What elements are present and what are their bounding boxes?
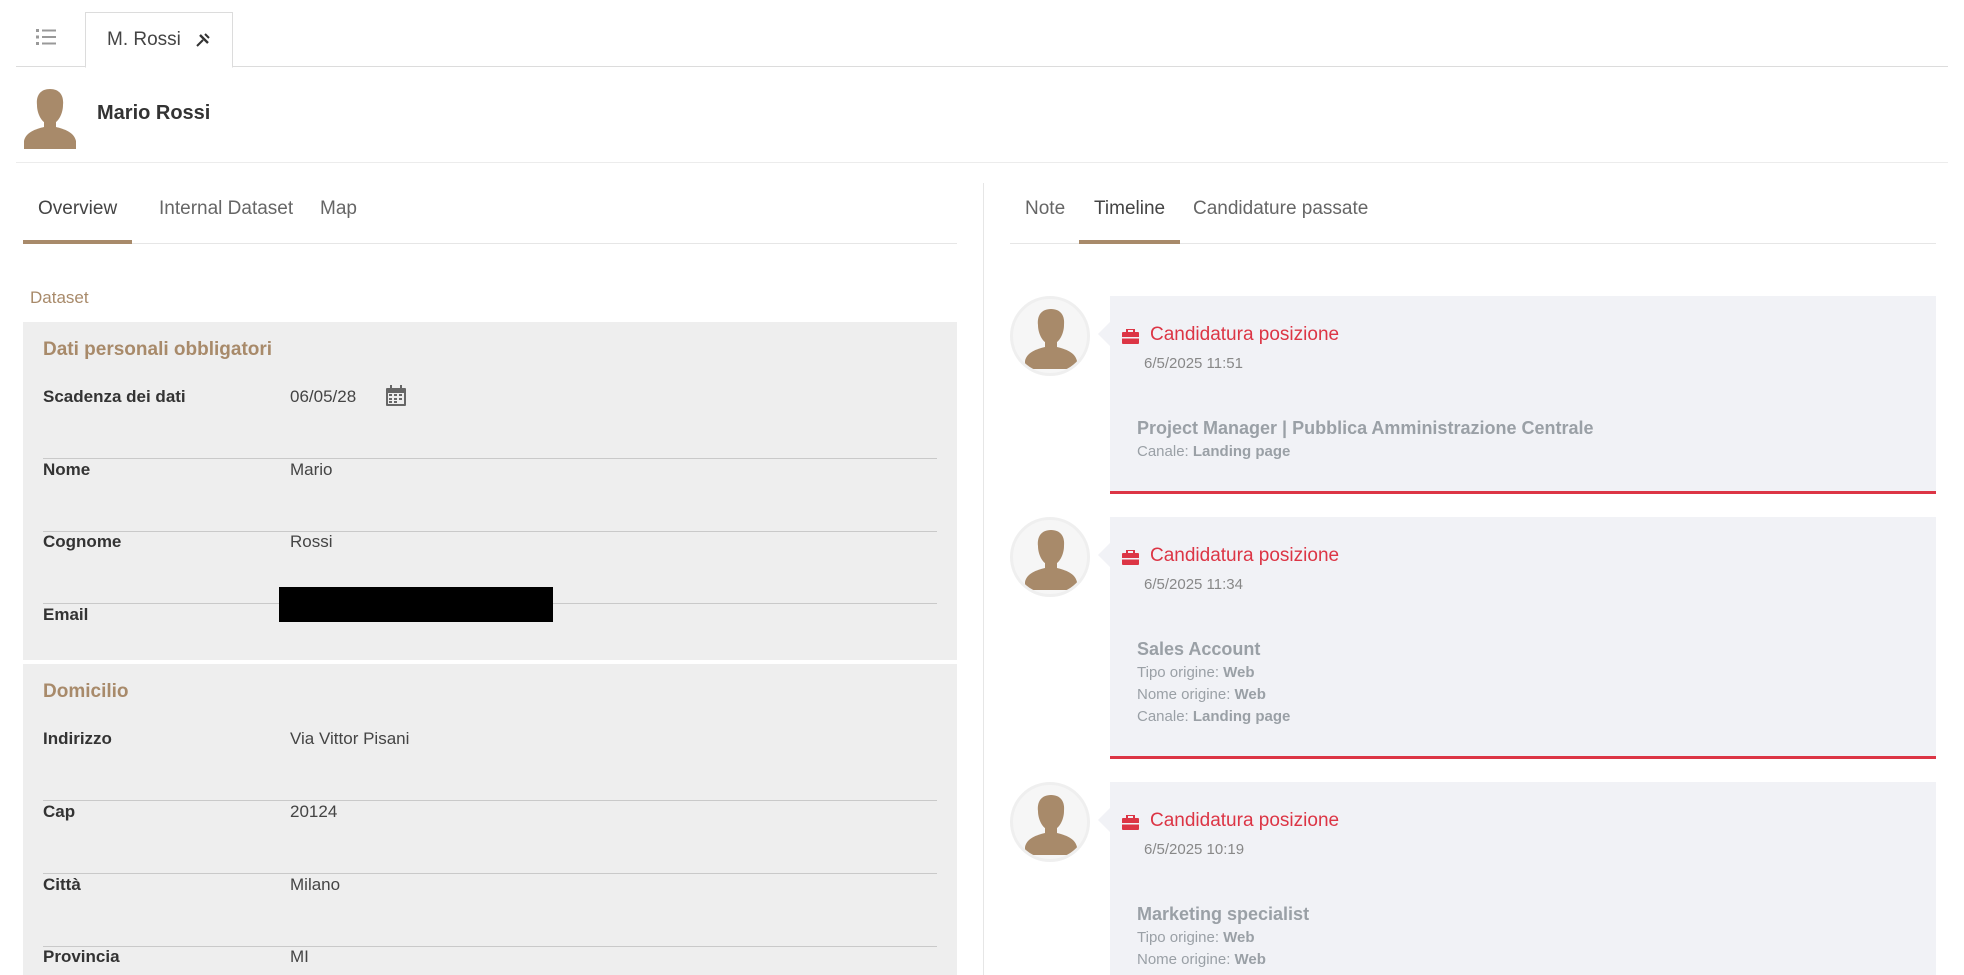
timeline-meta: Canale: Landing page	[1137, 708, 1291, 725]
timeline-job: Marketing specialist	[1137, 904, 1310, 924]
pin-icon[interactable]	[195, 32, 211, 48]
field-value: Via Vittor Pisani	[290, 729, 410, 748]
field-label: Città	[43, 875, 81, 894]
tab-m-rossi[interactable]: M. Rossi	[85, 12, 233, 68]
personal-data-card: Dati personali obbligatori Scadenza dei …	[23, 322, 957, 660]
person-name: Mario Rossi	[97, 102, 211, 124]
field-label: Provincia	[43, 947, 120, 966]
timeline-title: Candidatura posizione	[1150, 810, 1340, 831]
tab-map[interactable]: Map	[305, 198, 372, 244]
calendar-icon[interactable]	[385, 385, 407, 407]
domicile-card: Domicilio Indirizzo Via Vittor Pisani Ca…	[23, 664, 957, 975]
column-divider	[983, 183, 984, 975]
timeline-job: Sales Account	[1137, 639, 1261, 659]
timeline-card[interactable]: Candidatura posizione 6/5/2025 11:51 Pro…	[1098, 296, 1936, 494]
field-value: Milano	[290, 875, 341, 894]
briefcase-icon	[1122, 814, 1139, 830]
timeline-date: 6/5/2025 10:19	[1144, 841, 1245, 858]
timeline-title: Candidatura posizione	[1150, 324, 1340, 345]
redacted-email	[279, 587, 553, 622]
tab-strip: M. Rossi	[16, 0, 1948, 68]
field-row-citta: Città Milano	[43, 875, 937, 947]
right-tabs: Note Timeline Candidature passate	[1010, 183, 1936, 244]
field-value: 06/05/28	[290, 387, 357, 406]
timeline-meta: Nome origine: Web	[1137, 686, 1266, 703]
avatar	[1010, 296, 1090, 376]
timeline-meta: Tipo origine: Web	[1137, 929, 1255, 946]
overview-panel: Overview Internal Dataset Map Dataset Da…	[23, 183, 957, 975]
timeline-title: Candidatura posizione	[1150, 545, 1340, 566]
timeline-meta: Nome origine: Web	[1137, 951, 1266, 968]
tab-label: M. Rossi	[107, 29, 181, 50]
field-value: MI	[290, 947, 309, 966]
field-label: Nome	[43, 460, 91, 479]
tab-internal-dataset[interactable]: Internal Dataset	[144, 198, 308, 244]
card-title: Dati personali obbligatori	[43, 339, 273, 360]
field-value: Mario	[290, 460, 333, 479]
left-tabs: Overview Internal Dataset Map	[23, 183, 957, 244]
timeline-meta: Canale: Landing page	[1137, 443, 1291, 460]
field-value: 20124	[290, 802, 338, 821]
field-row-nome: Nome Mario	[43, 460, 937, 532]
field-label: Scadenza dei dati	[43, 387, 186, 406]
field-label: Email	[43, 605, 89, 624]
tab-timeline[interactable]: Timeline	[1079, 198, 1181, 244]
briefcase-icon	[1122, 328, 1139, 344]
briefcase-icon	[1122, 549, 1139, 565]
field-label: Cap	[43, 802, 76, 821]
person-silhouette-icon	[22, 87, 78, 149]
person-header: Mario Rossi	[16, 67, 1948, 163]
timeline-meta: Tipo origine: Web	[1137, 664, 1255, 681]
field-label: Cognome	[43, 532, 122, 551]
tab-overview[interactable]: Overview	[23, 198, 133, 244]
field-row-cap: Cap 20124	[43, 802, 937, 874]
timeline-date: 6/5/2025 11:34	[1144, 576, 1243, 593]
card-title: Domicilio	[43, 681, 129, 702]
list-icon[interactable]	[36, 28, 58, 46]
field-label: Indirizzo	[43, 729, 112, 748]
field-row-indirizzo: Indirizzo Via Vittor Pisani	[43, 729, 937, 801]
section-caption: Dataset	[30, 288, 89, 307]
tab-note[interactable]: Note	[1010, 198, 1080, 244]
timeline-job: Project Manager | Pubblica Amministrazio…	[1137, 418, 1594, 438]
avatar	[1010, 517, 1090, 597]
tab-candidature-passate[interactable]: Candidature passate	[1178, 198, 1383, 244]
timeline-date: 6/5/2025 11:51	[1144, 355, 1243, 372]
field-value: Rossi	[290, 532, 333, 551]
field-row-scadenza: Scadenza dei dati 06/05/28	[43, 385, 937, 459]
avatar	[1010, 782, 1090, 862]
timeline-panel: Note Timeline Candidature passate Candid…	[1010, 183, 1936, 975]
timeline-card[interactable]: Candidatura posizione 6/5/2025 11:34 Sal…	[1098, 517, 1936, 759]
timeline-card[interactable]: Candidatura posizione 6/5/2025 10:19 Mar…	[1098, 782, 1936, 975]
field-row-provincia: Provincia MI	[43, 947, 937, 975]
